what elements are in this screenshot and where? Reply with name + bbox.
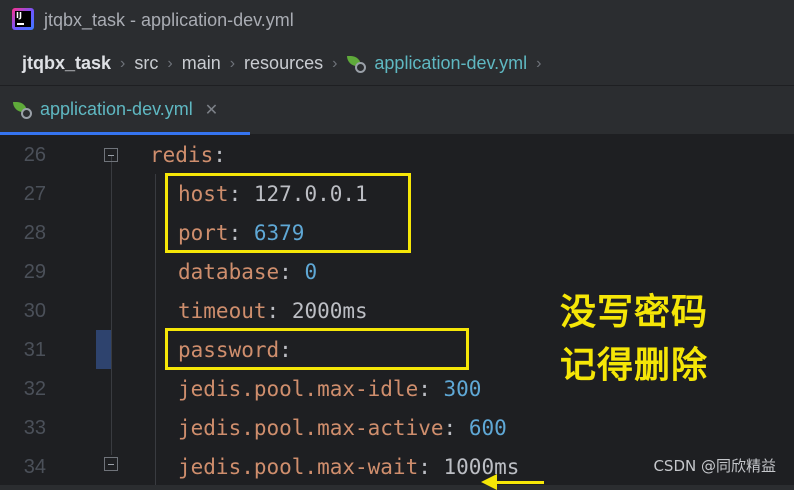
breadcrumb-item-project[interactable]: jtqbx_task <box>22 53 111 74</box>
highlight-box-password <box>165 328 469 370</box>
chevron-right-icon: › <box>536 54 542 72</box>
logo-text: IJ <box>16 11 22 20</box>
line-number: 26 <box>23 144 46 166</box>
line-number: 34 <box>23 456 46 478</box>
yaml-key: jedis.pool.max-idle <box>178 377 419 401</box>
code-text: timeout: 2000ms <box>178 292 368 331</box>
yaml-value: : <box>213 143 226 167</box>
yaml-value: : <box>279 260 305 284</box>
tab-application-dev-yml[interactable]: application-dev.yml ✕ <box>0 87 250 135</box>
chevron-right-icon: › <box>332 54 338 72</box>
intellij-logo-icon[interactable]: IJ <box>12 8 34 30</box>
chevron-right-icon: › <box>120 54 126 72</box>
line-number: 27 <box>23 183 46 205</box>
yaml-value: 0 <box>304 260 318 284</box>
yaml-value: 2000ms <box>291 299 368 323</box>
title-bar: IJ jtqbx_task - application-dev.yml <box>0 0 794 42</box>
yaml-value: 600 <box>468 416 507 440</box>
yaml-key: jedis.pool.max-wait <box>178 455 419 479</box>
breadcrumb-file-label: application-dev.yml <box>374 53 528 73</box>
yaml-key: database <box>178 260 280 284</box>
line-number: 33 <box>23 417 46 439</box>
code-text: jedis.pool.max-wait: 1000ms <box>178 448 519 487</box>
yaml-value: 300 <box>443 377 482 401</box>
line-number: 29 <box>23 261 46 283</box>
tab-label: application-dev.yml <box>40 99 193 119</box>
code-text: redis: <box>150 136 226 175</box>
chevron-right-icon: › <box>229 54 236 72</box>
code-text: database: 0 <box>178 253 317 292</box>
code-line[interactable]: 33 jedis.pool.max-active: 600 <box>0 409 794 448</box>
code-line[interactable]: 26 redis: <box>0 136 794 175</box>
spring-yaml-icon <box>346 54 368 74</box>
code-line[interactable]: 29 database: 0 <box>0 253 794 292</box>
annotation-text-line2: 记得删除 <box>560 345 709 386</box>
arrow-shaft <box>494 481 544 484</box>
code-editor[interactable]: 26 redis: 27 host: 127.0.0.1 28 port: 6379 29 d… <box>0 135 794 490</box>
breadcrumb: jtqbx_task › src › main › resources › ap… <box>0 42 794 86</box>
yaml-value: : <box>418 377 444 401</box>
spring-yaml-icon <box>12 100 34 120</box>
chevron-right-icon: › <box>167 54 173 72</box>
editor-tab-bar: application-dev.yml ✕ <box>0 87 794 135</box>
line-number: 30 <box>23 300 46 322</box>
breadcrumb-item-src[interactable]: src <box>134 53 158 74</box>
breadcrumb-item-main[interactable]: main <box>182 53 221 74</box>
yaml-value: : <box>418 455 444 479</box>
breadcrumb-item-file[interactable]: application-dev.yml <box>346 53 527 74</box>
close-icon[interactable]: ✕ <box>205 100 218 120</box>
yaml-value: : <box>266 299 292 323</box>
yaml-key: redis <box>150 143 214 167</box>
code-text: jedis.pool.max-active: 600 <box>178 409 507 448</box>
breadcrumb-item-resources[interactable]: resources <box>244 53 323 74</box>
yaml-key: timeout <box>178 299 267 323</box>
annotation-text-line1: 没写密码 <box>560 292 709 333</box>
line-number: 32 <box>23 378 46 400</box>
watermark: CSDN @同欣精益 <box>653 457 776 475</box>
line-number: 31 <box>23 339 46 361</box>
line-number: 28 <box>23 222 46 244</box>
highlight-box-host-port <box>165 173 411 253</box>
yaml-key: jedis.pool.max-active <box>178 416 444 440</box>
code-text: jedis.pool.max-idle: 300 <box>178 370 481 409</box>
window-title: jtqbx_task - application-dev.yml <box>44 10 294 30</box>
yaml-value: : <box>443 416 469 440</box>
